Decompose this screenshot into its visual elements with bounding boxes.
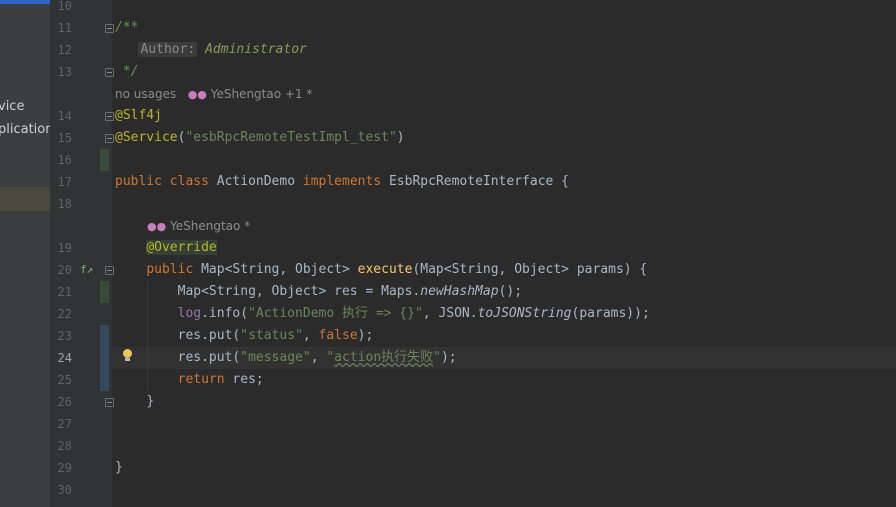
fold-icon[interactable] xyxy=(105,112,114,121)
fold-icon[interactable] xyxy=(105,266,114,275)
fold-icon[interactable] xyxy=(105,134,114,143)
line-number: 30 xyxy=(57,483,72,497)
line-number: 17 xyxy=(57,175,72,189)
code-line-17: public class ActionDemo implements EsbRp… xyxy=(115,174,569,189)
project-panel: vice plication xyxy=(0,0,50,507)
line-number: 11 xyxy=(57,21,72,35)
author-icon: ●● xyxy=(147,220,167,233)
fold-icon[interactable] xyxy=(105,24,114,33)
code-vision-hint[interactable]: no usages ●● YeShengtao +1 * xyxy=(115,83,312,105)
editor-gutter[interactable]: 10 11 12 13 14 15 16 17 18 19 20 21 22 2… xyxy=(50,0,114,507)
code-line-29: } xyxy=(115,460,123,475)
code-line-14: @Slf4j xyxy=(115,108,162,123)
line-number: 23 xyxy=(57,329,72,343)
line-number: 15 xyxy=(57,131,72,145)
code-editor[interactable]: 10 11 12 13 14 15 16 17 18 19 20 21 22 2… xyxy=(50,0,896,507)
line-number: 26 xyxy=(57,395,72,409)
line-number: 18 xyxy=(57,197,72,211)
line-number: 22 xyxy=(57,307,72,321)
code-line-26: } xyxy=(146,394,155,409)
code-vision-hint[interactable]: ●● YeShengtao * xyxy=(147,215,250,237)
project-tree-item-application[interactable]: plication xyxy=(0,122,50,137)
line-number: 16 xyxy=(57,153,72,167)
code-line-20: public Map<String, Object> execute(Map<S… xyxy=(146,262,648,277)
line-number: 25 xyxy=(57,373,72,387)
code-line-22: log.info("ActionDemo 执行 => {}", JSON.toJ… xyxy=(177,306,650,321)
vcs-added-marker[interactable] xyxy=(100,149,109,171)
line-number: 29 xyxy=(57,461,72,475)
project-tree-item-service[interactable]: vice xyxy=(0,99,24,114)
project-panel-top-highlight xyxy=(0,0,50,4)
code-line-23: res.put("status", false); xyxy=(177,328,374,343)
project-tree-selected-row[interactable] xyxy=(0,187,50,211)
code-line-21: Map<String, Object> res = Maps.newHashMa… xyxy=(177,284,523,299)
line-number-current: 24 xyxy=(57,351,72,365)
line-number: 28 xyxy=(57,439,72,453)
code-line-11: /** xyxy=(115,20,139,35)
line-number: 27 xyxy=(57,417,72,431)
code-line-24[interactable]: res.put("message", "action执行失败"); xyxy=(115,347,457,369)
code-line-25: return res; xyxy=(177,372,264,387)
line-number: 14 xyxy=(57,109,72,123)
code-line-13: */ xyxy=(115,64,139,79)
fold-icon[interactable] xyxy=(105,398,114,407)
line-number: 10 xyxy=(57,0,72,13)
fold-icon[interactable] xyxy=(105,68,114,77)
code-line-12: Author: Administrator xyxy=(138,42,307,57)
implementing-method-icon[interactable]: f↗ xyxy=(80,259,93,281)
vcs-added-marker[interactable] xyxy=(100,281,109,303)
line-number: 19 xyxy=(57,241,72,255)
code-line-15: @Service("esbRpcRemoteTestImpl_test") xyxy=(115,130,405,145)
line-number: 21 xyxy=(57,285,72,299)
line-number: 12 xyxy=(57,43,72,57)
author-icon: ●● xyxy=(187,88,207,101)
code-line-19: @Override xyxy=(146,240,217,255)
vcs-modified-marker[interactable] xyxy=(100,325,109,391)
line-number: 13 xyxy=(57,65,72,79)
line-number: 20 xyxy=(57,263,72,277)
